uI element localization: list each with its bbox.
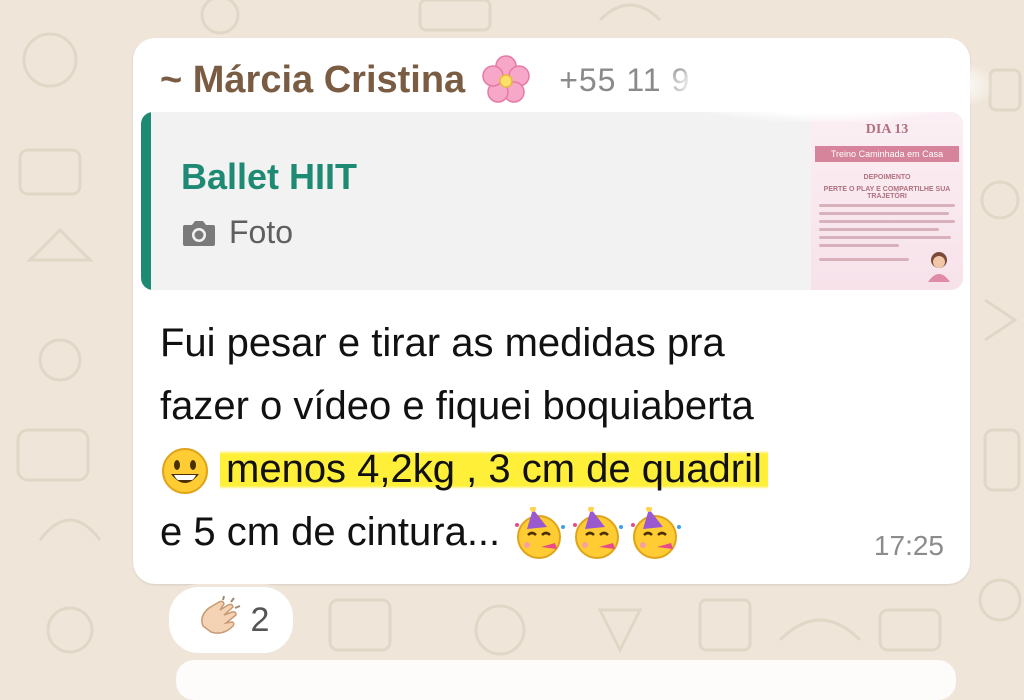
thumbnail-text-line bbox=[819, 236, 951, 239]
partying-face-icon bbox=[515, 507, 566, 560]
thumbnail-text-line bbox=[819, 258, 909, 261]
message-time: 17:25 bbox=[873, 530, 944, 561]
partying-face-icon bbox=[573, 507, 624, 560]
sender-name[interactable]: ~ Márcia Cristina bbox=[160, 59, 465, 102]
quote-media-label: Foto bbox=[181, 214, 293, 251]
quote-title: Ballet HIIT bbox=[181, 156, 358, 197]
quote-accent-bar bbox=[141, 112, 151, 290]
grinning-face-icon bbox=[162, 448, 208, 495]
thumbnail-text-line bbox=[819, 204, 955, 207]
message-line-2: fazer o vídeo e fiquei boquiaberta bbox=[160, 384, 754, 428]
message-line-4-text: e 5 cm de cintura... bbox=[160, 510, 501, 554]
quote-thumbnail[interactable]: DIA 13 Treino Caminhada em Casa DEPOIMEN… bbox=[811, 112, 963, 290]
quote-media-text: Foto bbox=[229, 214, 294, 250]
message-line-4: e 5 cm de cintura... bbox=[160, 501, 940, 564]
thumbnail-text-line bbox=[819, 244, 899, 247]
thumbnail-day: DIA 13 bbox=[865, 122, 909, 137]
redaction-blur bbox=[660, 48, 990, 122]
quoted-message[interactable]: Ballet HIIT Foto DIA 13 Treino Caminhada… bbox=[141, 112, 963, 290]
clapping-hands-icon bbox=[200, 596, 240, 634]
thumbnail-section: DEPOIMENTO bbox=[863, 174, 911, 181]
thumbnail-text-line bbox=[819, 220, 955, 223]
message-line-1: Fui pesar e tirar as medidas pra bbox=[160, 321, 725, 365]
message-text: Fui pesar e tirar as medidas pra fazer o… bbox=[160, 312, 940, 564]
thumbnail-text-line bbox=[819, 212, 949, 215]
camera-icon bbox=[183, 220, 215, 246]
thumbnail-text-line bbox=[819, 228, 939, 231]
thumbnail-subtitle: PERTE O PLAY E COMPARTILHE SUA TRAJETÓRI bbox=[823, 186, 951, 200]
reaction-count: 2 bbox=[250, 600, 270, 639]
thumbnail-band: Treino Caminhada em Casa bbox=[815, 146, 959, 162]
partying-face-icon bbox=[631, 507, 682, 560]
message-sender: ~ Márcia Cristina +55 11 9 bbox=[160, 52, 690, 108]
highlighted-text: menos 4,2kg , 3 cm de quadril bbox=[220, 447, 768, 491]
woman-illustration-icon bbox=[928, 252, 950, 282]
pink-flower-icon bbox=[482, 55, 530, 103]
message-line-3: menos 4,2kg , 3 cm de quadril bbox=[160, 438, 940, 501]
reaction-pill[interactable]: 2 bbox=[166, 584, 296, 656]
next-message-bubble[interactable] bbox=[176, 660, 956, 700]
